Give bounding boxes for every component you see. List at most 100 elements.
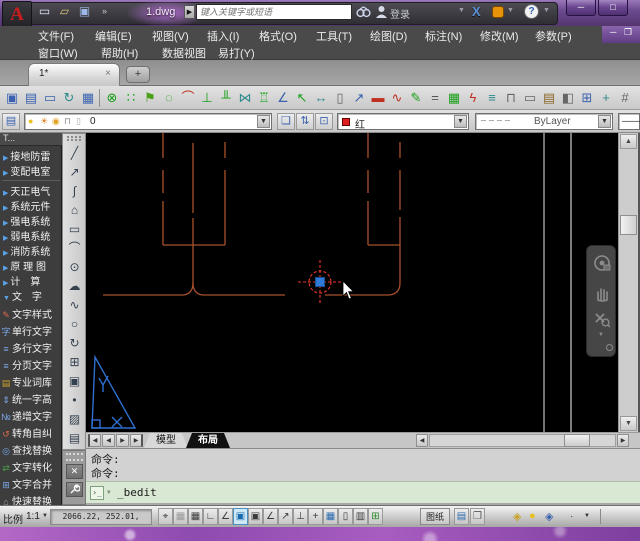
lightning-icon[interactable]: ϟ	[464, 89, 482, 107]
copy-icon[interactable]: ▭	[41, 89, 59, 107]
scroll-down-icon[interactable]: ▼	[620, 416, 637, 431]
palette-group-fire[interactable]: ▶消防系统	[0, 243, 62, 258]
snap-toggle[interactable]: ⌖	[158, 508, 173, 525]
polar-toggle[interactable]: ∠	[218, 508, 233, 525]
lineweight-toggle[interactable]: ▦	[323, 508, 338, 525]
annotation-scale-icon[interactable]: ◈	[545, 510, 553, 523]
transparency-toggle[interactable]: ▯	[338, 508, 353, 525]
sheet-icon[interactable]: ▤	[540, 89, 558, 107]
layer-isolate-button[interactable]: ⊡	[315, 113, 333, 130]
toolbar-grip[interactable]	[67, 136, 81, 141]
navbar-more-icon[interactable]: ▼	[598, 332, 604, 338]
hatch-icon[interactable]: ▨	[65, 410, 84, 428]
paper-model-toggle[interactable]: 图纸	[420, 508, 450, 525]
last-tab-icon[interactable]: ▶	[130, 434, 143, 447]
palette-item-text-style[interactable]: ✎文字样式	[0, 306, 62, 323]
layer-previous-button[interactable]: ❏	[277, 113, 295, 130]
layer-dropdown-arrow[interactable]: ▼	[257, 115, 270, 128]
tab-layout[interactable]: 布局	[186, 433, 230, 448]
grid-display-toggle[interactable]: ▦	[188, 508, 203, 525]
grid-toggle[interactable]: ▦	[173, 508, 188, 525]
doc-restore-icon[interactable]: ❐	[624, 27, 632, 38]
selection-box-icon[interactable]: ▯	[331, 89, 349, 107]
signin-dropdown-icon[interactable]: ▼	[458, 7, 465, 14]
spline-icon[interactable]: ∿	[65, 296, 84, 314]
hscroll-right-icon[interactable]: ▶	[617, 434, 629, 447]
color-dropdown[interactable]: 红 ▼	[337, 113, 469, 130]
palette-item-mtext[interactable]: ≡多行文字	[0, 340, 62, 357]
block-icon[interactable]: ▣	[65, 372, 84, 390]
point-tool-icon[interactable]: •	[65, 391, 84, 409]
scale-dropdown-icon[interactable]: ▼	[42, 513, 48, 519]
palette-group-grounding[interactable]: ▶接地防雷	[0, 148, 62, 163]
brush-icon[interactable]: ▬	[369, 89, 387, 107]
layer-dropdown[interactable]: ● ☀ ◉ ⊓ ▯ 0 ▼	[24, 113, 272, 130]
palette-title[interactable]: T...	[0, 133, 62, 146]
save-icon[interactable]: ▣	[76, 3, 93, 20]
stretch-icon[interactable]: ↔	[312, 89, 330, 107]
new-file-icon[interactable]: ▭	[36, 3, 53, 20]
expand-arrow-icon[interactable]: ▶	[0, 205, 10, 212]
vertical-scrollbar[interactable]: ▲ ▼	[618, 133, 638, 432]
expand-arrow-icon[interactable]: ▶	[0, 190, 10, 197]
layer-states-button[interactable]: ⇅	[296, 113, 314, 130]
ducs-toggle[interactable]: ⊥	[293, 508, 308, 525]
title-play-button[interactable]: ▶	[184, 5, 195, 19]
scroll-up-icon[interactable]: ▲	[620, 134, 637, 149]
search-binoculars-icon[interactable]	[356, 5, 371, 22]
steering-wheel-icon[interactable]	[593, 254, 611, 275]
save-toolbar-icon[interactable]: ▤	[22, 89, 40, 107]
expand-arrow-icon[interactable]: ▶	[0, 220, 10, 227]
pan-hand-icon[interactable]	[593, 284, 611, 305]
status-menu-arrow-icon[interactable]: ▼	[584, 513, 590, 519]
pin-icon[interactable]: ↖	[293, 89, 311, 107]
layer-freeze-sun-icon[interactable]: ☀	[40, 116, 48, 127]
grid-table-icon[interactable]: ▦	[445, 89, 463, 107]
osnap-3d-toggle[interactable]: ▣	[248, 508, 263, 525]
palette-group-calc[interactable]: ▶计 算	[0, 273, 62, 288]
minimize-button[interactable]: ─	[566, 0, 596, 16]
first-tab-icon[interactable]: ◀	[88, 434, 101, 447]
vertical-scroll-thumb[interactable]	[620, 215, 637, 235]
viewports-icon[interactable]: ❐	[470, 508, 485, 525]
selection-cycling-toggle[interactable]: ⊞	[368, 508, 383, 525]
quick-properties-toggle[interactable]: ▥	[353, 508, 368, 525]
circle-tool-icon[interactable]: ⊙	[65, 258, 84, 276]
layer-vp-icon[interactable]: ◉	[52, 116, 60, 127]
command-history[interactable]: 命令: 命令:	[86, 448, 640, 481]
horizontal-scroll-thumb[interactable]	[564, 434, 590, 447]
annotation-visibility-icon[interactable]: ◈	[513, 510, 521, 523]
window-copy-icon[interactable]: ◧	[559, 89, 577, 107]
linetype-dropdown[interactable]: －－－－ ByLayer ▼	[475, 113, 613, 130]
arc-tool-icon[interactable]: ⌒	[65, 239, 84, 257]
lock-dropdown-icon[interactable]: ▼	[507, 7, 514, 14]
palette-item-paged-text[interactable]: ≡分页文字	[0, 357, 62, 374]
annotation-doc-icon[interactable]: ▤	[454, 508, 469, 525]
drawing-canvas[interactable]: ▼	[86, 133, 618, 432]
palette-item-dictionary[interactable]: ▤专业词库	[0, 374, 62, 391]
app-logo[interactable]: A	[2, 1, 32, 28]
layer-manager-button[interactable]: ▤	[2, 113, 20, 130]
rectangle-icon[interactable]: ▭	[521, 89, 539, 107]
color-dropdown-arrow[interactable]: ▼	[454, 115, 467, 128]
palette-item-unify-height[interactable]: ⇕统一字高	[0, 391, 62, 408]
command-close-icon[interactable]: ✕	[66, 464, 83, 479]
dyn-input-toggle[interactable]: +	[308, 508, 323, 525]
palette-group-schematic[interactable]: ▶原 理 图	[0, 258, 62, 273]
hash-icon[interactable]: #	[616, 89, 634, 107]
command-grip-dots[interactable]	[66, 453, 83, 461]
palette-group-strong-power[interactable]: ▶强电系统	[0, 213, 62, 228]
palette-group-substation[interactable]: ▶变配电室	[0, 163, 62, 178]
hscroll-left-icon[interactable]: ◀	[416, 434, 428, 447]
angle-toggle[interactable]: ∠	[263, 508, 278, 525]
help-dropdown-icon[interactable]: ▼	[543, 7, 550, 14]
scale-label[interactable]: 比例	[3, 511, 23, 526]
help-icon[interactable]: ?	[524, 4, 539, 19]
lineweight-dropdown[interactable]: ——	[618, 113, 640, 130]
document-tab[interactable]: 1* ×	[28, 63, 120, 86]
double-ground-icon[interactable]: ╨	[217, 89, 235, 107]
leader-icon[interactable]: ↗	[350, 89, 368, 107]
rectangle-tool-icon[interactable]: ▭	[65, 220, 84, 238]
coordinate-display[interactable]: 2066.22, 252.01, 0.00	[50, 509, 152, 525]
expand-arrow-icon[interactable]: ▶	[0, 280, 10, 287]
